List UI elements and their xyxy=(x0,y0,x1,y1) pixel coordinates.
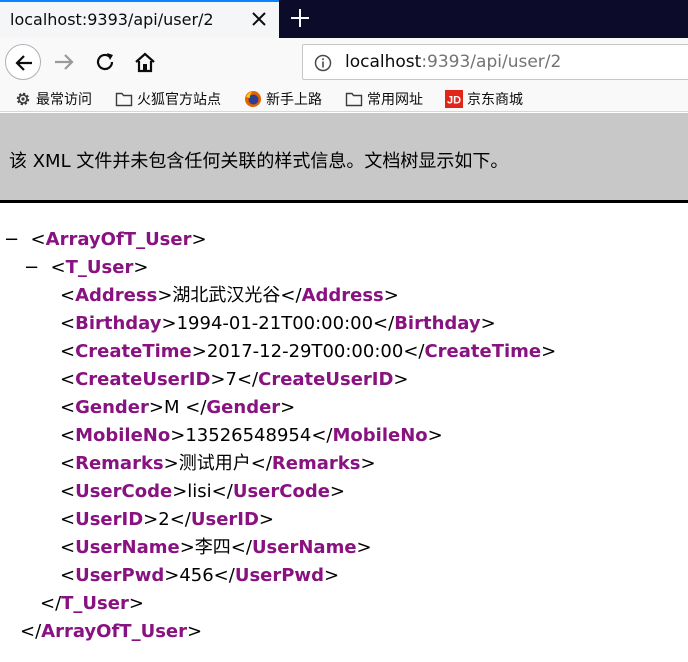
xml-tag-name: Remarks xyxy=(271,453,361,474)
folder-icon xyxy=(115,92,133,107)
xml-item-open: − <T_User> xyxy=(24,257,149,278)
xml-root-close: </ArrayOfT_User> xyxy=(20,621,203,642)
xml-field-value: 13526548954 xyxy=(185,425,312,446)
xml-tag-name: T_User xyxy=(65,257,134,278)
xml-field-row: <CreateUserID>7</CreateUserID> xyxy=(60,369,409,390)
xml-tag-name: Gender xyxy=(75,397,149,418)
xml-field-row: <UserName>李四</UserName> xyxy=(60,537,372,558)
arrow-left-icon xyxy=(15,55,32,71)
xml-field-value: 2 xyxy=(158,509,170,530)
xml-field-row: <CreateTime>2017-12-29T00:00:00</CreateT… xyxy=(60,341,557,362)
xml-tag-name: CreateTime xyxy=(75,341,192,362)
xml-field-row: <Gender>M </Gender> xyxy=(60,397,296,418)
xml-item-close: </T_User> xyxy=(40,593,144,614)
xml-info-banner: 该 XML 文件并未包含任何关联的样式信息。文档树显示如下。 xyxy=(0,113,688,201)
collapse-toggle[interactable]: − xyxy=(4,229,19,250)
xml-field-row: <Remarks>测试用户</Remarks> xyxy=(60,453,376,474)
reload-icon[interactable] xyxy=(94,51,116,73)
xml-field-value: M xyxy=(163,397,186,418)
xml-tag-name: UserID xyxy=(190,509,259,530)
xml-field-row: <MobileNo>13526548954</MobileNo> xyxy=(60,425,443,446)
xml-field-value: 456 xyxy=(179,565,214,586)
url-host: localhost xyxy=(345,52,422,72)
xml-tag-name: UserID xyxy=(75,509,144,530)
tab-active[interactable]: localhost:9393/api/user/2 xyxy=(0,0,279,38)
info-icon[interactable] xyxy=(314,54,332,72)
gear-icon xyxy=(16,92,30,106)
close-icon[interactable] xyxy=(250,10,268,28)
xml-tag-name: UserPwd xyxy=(234,565,324,586)
divider xyxy=(0,200,688,203)
bookmark-label: 京东商城 xyxy=(467,92,523,108)
tab-strip: localhost:9393/api/user/2 xyxy=(0,0,688,38)
svg-text:JD: JD xyxy=(447,95,461,107)
plus-icon[interactable] xyxy=(289,7,311,29)
xml-field-row: <UserID>2</UserID> xyxy=(60,509,275,530)
xml-field-row: <UserCode>lisi</UserCode> xyxy=(60,481,346,502)
xml-field-value: 7 xyxy=(225,369,237,390)
bookmark-label: 新手上路 xyxy=(266,92,322,108)
url-bar[interactable]: localhost:9393/api/user/2 xyxy=(302,44,688,80)
xml-tag-name: Remarks xyxy=(75,453,164,474)
home-icon[interactable] xyxy=(133,51,157,73)
bookmarks-bar: 最常访问 火狐官方站点 新手上路 常用网址 JD 京东商城 xyxy=(0,86,688,112)
xml-tag-name: UserName xyxy=(251,537,357,558)
xml-tag-name: CreateTime xyxy=(424,341,542,362)
xml-field-row: <UserPwd>456</UserPwd> xyxy=(60,565,340,586)
xml-tag-name: UserCode xyxy=(75,481,173,502)
xml-tag-name: Birthday xyxy=(75,313,162,334)
xml-field-value: 1994-01-21T00:00:00 xyxy=(176,313,374,334)
xml-tag-name: ArrayOfT_User xyxy=(45,229,192,250)
xml-root-open: − <ArrayOfT_User> xyxy=(4,229,207,250)
xml-tag-name: Birthday xyxy=(394,313,481,334)
jd-icon: JD xyxy=(445,90,463,108)
xml-tag-name: Address xyxy=(301,285,384,306)
xml-tag-name: UserName xyxy=(75,537,180,558)
xml-tag-name: Address xyxy=(75,285,158,306)
xml-field-value: 李四 xyxy=(194,537,231,558)
xml-tag-name: CreateUserID xyxy=(258,369,394,390)
navigation-bar: localhost:9393/api/user/2 xyxy=(0,38,688,86)
folder-icon xyxy=(345,92,363,107)
tab-title: localhost:9393/api/user/2 xyxy=(10,10,214,29)
xml-field-row: <Birthday>1994-01-21T00:00:00</Birthday> xyxy=(60,313,496,334)
url-path: :9393/api/user/2 xyxy=(421,52,562,72)
collapse-toggle[interactable]: − xyxy=(24,257,39,278)
xml-field-value: lisi xyxy=(187,481,212,502)
xml-field-value: 湖北武汉光谷 xyxy=(172,285,281,306)
xml-tag-name: T_User xyxy=(61,593,129,614)
arrow-right-icon[interactable] xyxy=(52,51,76,73)
xml-field-row: <Address>湖北武汉光谷</Address> xyxy=(60,285,399,306)
xml-field-value: 2017-12-29T00:00:00 xyxy=(206,341,404,362)
url-text: localhost:9393/api/user/2 xyxy=(345,52,561,72)
bookmark-label: 常用网址 xyxy=(367,92,423,108)
firefox-icon xyxy=(245,91,261,107)
xml-field-value: 测试用户 xyxy=(178,453,251,474)
xml-tag-name: MobileNo xyxy=(332,425,428,446)
xml-tag-name: CreateUserID xyxy=(75,369,211,390)
back-button[interactable] xyxy=(5,44,41,80)
xml-tag-name: UserCode xyxy=(232,481,330,502)
bookmark-label: 火狐官方站点 xyxy=(137,92,221,108)
xml-tag-name: Gender xyxy=(206,397,281,418)
bookmark-label: 最常访问 xyxy=(36,92,92,108)
xml-tag-name: UserPwd xyxy=(75,565,165,586)
xml-tag-name: ArrayOfT_User xyxy=(41,621,187,642)
xml-tag-name: MobileNo xyxy=(75,425,171,446)
xml-info-text: 该 XML 文件并未包含任何关联的样式信息。文档树显示如下。 xyxy=(9,151,509,172)
